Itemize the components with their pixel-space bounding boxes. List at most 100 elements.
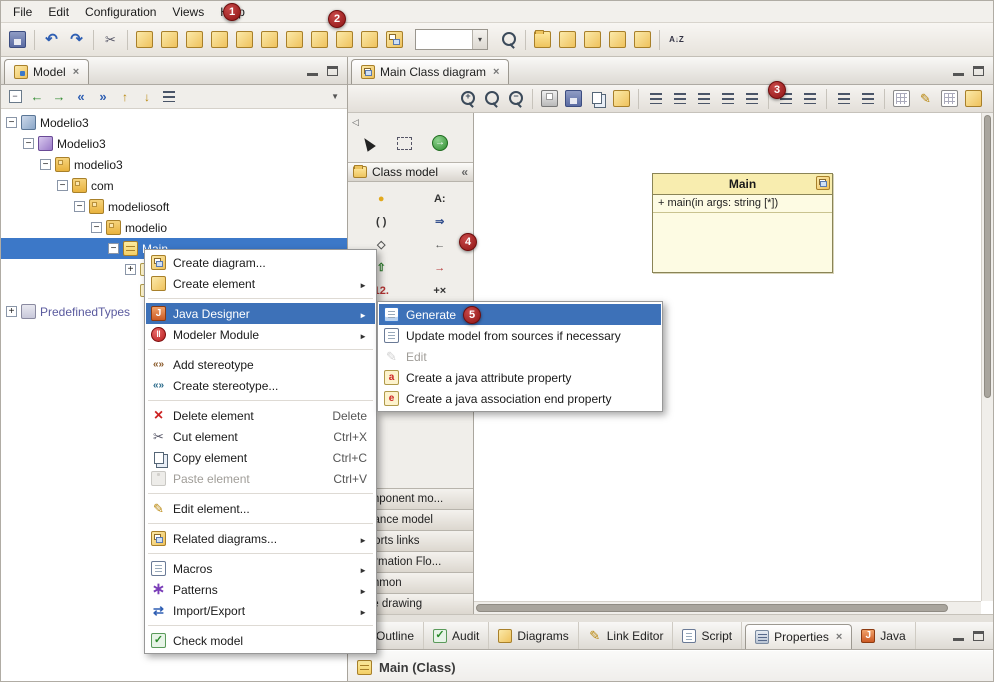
menu-file[interactable]: File <box>5 3 40 21</box>
marquee-tool[interactable] <box>392 132 416 154</box>
class-node-operation[interactable]: + main(in args: string [*]) <box>653 195 832 213</box>
menu-item-create-stereotype[interactable]: Create stereotype... <box>146 375 375 396</box>
close-icon[interactable] <box>493 66 499 78</box>
menu-views[interactable]: Views <box>164 3 212 21</box>
maximize-icon[interactable] <box>973 66 984 76</box>
diagram-grid-button[interactable] <box>605 27 630 53</box>
table-editor-button[interactable] <box>630 27 655 53</box>
search-button[interactable] <box>496 27 521 53</box>
menu-item-create-a-java-attribute-property[interactable]: Create a java attribute property <box>379 367 661 388</box>
tab-link-editor[interactable]: Link Editor <box>579 622 674 649</box>
select-window-button[interactable] <box>610 87 633 110</box>
collapse-toggle[interactable] <box>6 117 17 128</box>
close-icon[interactable] <box>836 631 842 643</box>
menu-item-check-model[interactable]: Check model <box>146 630 375 651</box>
grid-button[interactable] <box>938 87 961 110</box>
zoom-in-button[interactable] <box>456 87 479 110</box>
create-component-button[interactable] <box>307 27 332 53</box>
menu-item-create-a-java-association-end-property[interactable]: Create a java association end property <box>379 388 661 409</box>
menu-item-delete-element[interactable]: Delete elementDelete <box>146 405 375 426</box>
palette-tool-dependency[interactable]: → <box>411 258 470 277</box>
palette-tool-instance[interactable]: ● <box>352 189 411 208</box>
undo-button[interactable] <box>39 27 64 53</box>
align-bottom-button[interactable] <box>692 87 715 110</box>
panel-sash[interactable] <box>348 614 993 622</box>
next-button[interactable] <box>93 87 113 107</box>
create-package-button[interactable] <box>132 27 157 53</box>
menu-configuration[interactable]: Configuration <box>77 3 164 21</box>
menu-item-cut-element[interactable]: Cut elementCtrl+X <box>146 426 375 447</box>
minimize-icon[interactable] <box>953 73 964 76</box>
distribute-v-button[interactable] <box>798 87 821 110</box>
scrollbar-thumb[interactable] <box>984 115 991 398</box>
menu-item-copy-element[interactable]: Copy elementCtrl+C <box>146 447 375 468</box>
align-left-button[interactable] <box>716 87 739 110</box>
tab-properties[interactable]: Properties <box>745 624 852 649</box>
save-image-button[interactable] <box>562 87 585 110</box>
menu-item-paste-element[interactable]: Paste elementCtrl+V <box>146 468 375 489</box>
create-class-button[interactable] <box>157 27 182 53</box>
collapse-toggle[interactable] <box>74 201 85 212</box>
collapse-toggle[interactable] <box>57 180 68 191</box>
save-button[interactable] <box>5 27 30 53</box>
tab-model[interactable]: Model <box>4 59 89 84</box>
menu-item-macros[interactable]: Macros <box>146 558 375 579</box>
scrollbar-thumb[interactable] <box>476 604 948 612</box>
expand-toggle[interactable] <box>125 264 136 275</box>
palette-tool-operation[interactable]: ( ) <box>352 212 411 231</box>
maximize-icon[interactable] <box>973 631 984 641</box>
tab-script[interactable]: Script <box>673 622 742 649</box>
match-width-button[interactable] <box>832 87 855 110</box>
create-enumeration-button[interactable] <box>232 27 257 53</box>
up-button[interactable] <box>115 87 135 107</box>
collapse-toggle[interactable] <box>40 159 51 170</box>
create-state-machine-button[interactable] <box>332 27 357 53</box>
tab-main-class-diagram[interactable]: Main Class diagram <box>351 59 509 84</box>
snap-button[interactable] <box>890 87 913 110</box>
selection-tool[interactable] <box>356 132 380 154</box>
menu-item-java-designer[interactable]: Java Designer <box>146 303 375 324</box>
menu-item-related-diagrams[interactable]: Related diagrams... <box>146 528 375 549</box>
diagram-list-button[interactable] <box>580 27 605 53</box>
toolbar-combo[interactable] <box>415 29 488 50</box>
menu-item-modeler-module[interactable]: Modeler Module <box>146 324 375 345</box>
tab-diagrams[interactable]: Diagrams <box>489 622 578 649</box>
sort-az-button[interactable] <box>664 27 689 53</box>
class-node-main[interactable]: Main + main(in args: string [*]) <box>652 173 833 273</box>
menu-edit[interactable]: Edit <box>40 3 77 21</box>
collapse-toggle[interactable] <box>91 222 102 233</box>
expand-toggle[interactable] <box>6 306 17 317</box>
layout-button[interactable] <box>962 87 985 110</box>
align-middle-button[interactable] <box>668 87 691 110</box>
match-height-button[interactable] <box>856 87 879 110</box>
open-diagram-folder-button[interactable] <box>530 27 555 53</box>
create-diagram-button[interactable] <box>382 27 407 53</box>
cut-button[interactable] <box>98 27 123 53</box>
zoom-fit-button[interactable] <box>480 87 503 110</box>
horizontal-scrollbar[interactable] <box>474 601 981 614</box>
tree-item-com[interactable]: com <box>1 175 347 196</box>
collapse-section-icon[interactable] <box>461 165 468 179</box>
tree-item-modelio3[interactable]: modelio3 <box>1 154 347 175</box>
navigate-tool[interactable] <box>428 132 452 154</box>
create-activity-button[interactable] <box>357 27 382 53</box>
tree-item-modelio3[interactable]: Modelio3 <box>1 112 347 133</box>
vertical-scrollbar[interactable] <box>981 113 993 601</box>
create-interface-button[interactable] <box>182 27 207 53</box>
redo-button[interactable] <box>64 27 89 53</box>
tree-item-modelio[interactable]: modelio <box>1 217 347 238</box>
prev-button[interactable] <box>71 87 91 107</box>
menu-item-edit[interactable]: Edit <box>379 346 661 367</box>
menu-item-generate[interactable]: Generate5 <box>379 304 661 325</box>
down-button[interactable] <box>137 87 157 107</box>
tree-item-modelio3[interactable]: Modelio3 <box>1 133 347 154</box>
combo-input[interactable] <box>416 30 472 49</box>
class-node-header[interactable]: Main <box>653 174 832 195</box>
minimize-icon[interactable] <box>307 73 318 76</box>
diagram-browser-button[interactable] <box>555 27 580 53</box>
menu-item-update-model-from-sources-if-necessary[interactable]: Update model from sources if necessary <box>379 325 661 346</box>
zoom-out-button[interactable] <box>504 87 527 110</box>
menu-item-create-diagram[interactable]: Create diagram... <box>146 252 375 273</box>
forward-button[interactable] <box>49 87 69 107</box>
menu-item-add-stereotype[interactable]: Add stereotype <box>146 354 375 375</box>
